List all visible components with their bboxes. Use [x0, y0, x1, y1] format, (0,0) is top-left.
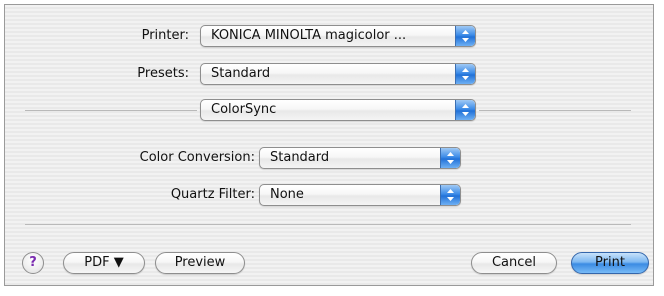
panel-popup[interactable]: ColorSync: [200, 99, 476, 121]
popup-arrows-icon: [440, 185, 460, 205]
color-conversion-popup[interactable]: Standard: [259, 147, 461, 169]
panel-value: ColorSync: [211, 102, 277, 117]
quartz-filter-popup[interactable]: None: [259, 184, 461, 206]
panel-separator-right: [479, 110, 631, 111]
popup-arrows-icon: [440, 148, 460, 168]
printer-popup[interactable]: KONICA MINOLTA magicolor ...: [200, 25, 476, 47]
printer-label: Printer:: [141, 28, 189, 43]
popup-arrows-icon: [455, 26, 475, 46]
presets-popup[interactable]: Standard: [200, 63, 476, 85]
popup-arrows-icon: [455, 100, 475, 120]
help-button[interactable]: ?: [22, 252, 44, 274]
panel-separator-left: [25, 110, 197, 111]
quartz-filter-value: None: [270, 187, 304, 202]
print-dialog: Printer: KONICA MINOLTA magicolor ... Pr…: [4, 4, 654, 286]
printer-value: KONICA MINOLTA magicolor ...: [211, 28, 407, 43]
preview-button[interactable]: Preview: [155, 252, 245, 274]
popup-arrows-icon: [455, 64, 475, 84]
quartz-filter-label: Quartz Filter:: [170, 187, 255, 202]
color-conversion-value: Standard: [270, 150, 330, 165]
color-conversion-label: Color Conversion:: [139, 150, 255, 165]
pdf-button[interactable]: PDF ▼: [63, 252, 145, 274]
presets-label: Presets:: [137, 66, 189, 81]
bottom-separator: [25, 224, 631, 225]
presets-value: Standard: [211, 66, 271, 81]
print-button[interactable]: Print: [571, 252, 649, 274]
cancel-button[interactable]: Cancel: [471, 252, 557, 274]
